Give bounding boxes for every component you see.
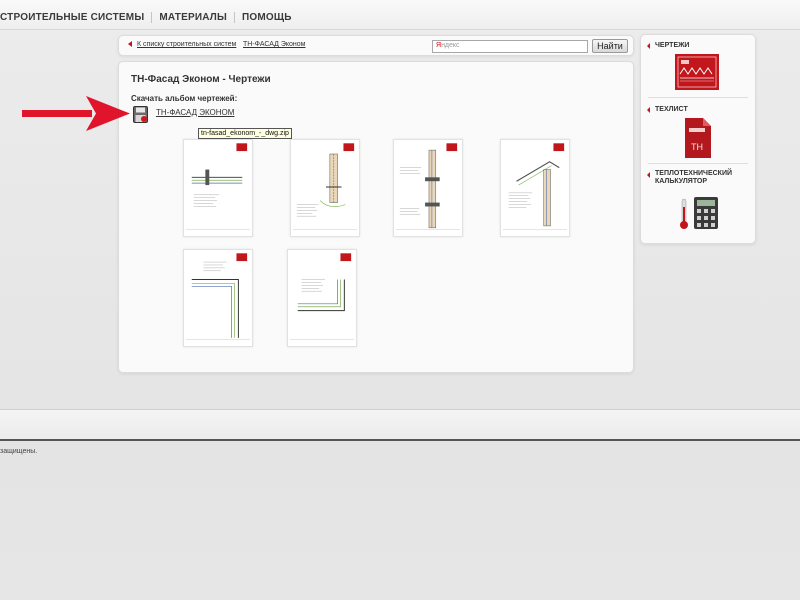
sidebar-divider [648, 97, 748, 98]
drawing-thumbnail-6[interactable] [287, 249, 357, 347]
sidebar-item-calculator[interactable]: ТЕПЛОТЕХНИЧЕСКИЙ КАЛЬКУЛЯТОР [655, 170, 732, 186]
breadcrumb-current[interactable]: ТН-ФАСАД Эконом [243, 41, 305, 48]
drawing-thumbnail-3[interactable] [393, 139, 463, 237]
sidebar-divider [648, 163, 748, 164]
search-button[interactable]: Найти [592, 39, 628, 53]
svg-text:ТН: ТН [691, 142, 703, 152]
drawing-thumbnail-5[interactable] [183, 249, 253, 347]
nav-help[interactable]: ПОМОЩЬ [242, 12, 292, 23]
calculator-icon[interactable] [678, 195, 720, 231]
red-arrow-icon [22, 96, 130, 131]
nav-building-systems[interactable]: СТРОИТЕЛЬНЫЕ СИСТЕМЫ [0, 12, 144, 23]
page-title: ТН-Фасад Эконом - Чертежи [131, 74, 271, 85]
yandex-logo: Яндекс [436, 42, 460, 49]
breadcrumb-back-link[interactable]: К списку строительных систем [137, 41, 236, 48]
footer-band [0, 409, 800, 441]
techlist-icon[interactable]: ТН [683, 118, 711, 158]
nav-divider [151, 12, 153, 23]
sidebar-item-drawings[interactable]: ЧЕРТЕЖИ [655, 42, 689, 50]
file-tooltip: tn-fasad_ekonom_-_dwg.zip [198, 128, 292, 139]
drawing-thumbnail-2[interactable] [290, 139, 360, 237]
back-arrow-icon [128, 41, 132, 47]
drawings-icon[interactable] [675, 54, 719, 90]
sidebar-arrow-icon [647, 172, 650, 178]
download-album-link[interactable]: ТН-ФАСАД ЭКОНОМ [156, 108, 234, 117]
drawing-thumbnail-1[interactable] [183, 139, 253, 237]
copyright-text: защищены. [0, 448, 38, 455]
top-navigation: СТРОИТЕЛЬНЫЕ СИСТЕМЫ МАТЕРИАЛЫ ПОМОЩЬ [0, 12, 292, 23]
sidebar-arrow-icon [647, 43, 650, 49]
sidebar-item-techlist[interactable]: ТЕХЛИСТ [655, 106, 688, 114]
download-label: Скачать альбом чертежей: [131, 94, 238, 103]
sidebar-arrow-icon [647, 107, 650, 113]
nav-materials[interactable]: МАТЕРИАЛЫ [159, 12, 227, 23]
floppy-disk-icon[interactable] [133, 106, 148, 123]
drawing-thumbnail-4[interactable] [500, 139, 570, 237]
nav-divider [233, 12, 235, 23]
top-bar: СТРОИТЕЛЬНЫЕ СИСТЕМЫ МАТЕРИАЛЫ ПОМОЩЬ [0, 0, 800, 30]
